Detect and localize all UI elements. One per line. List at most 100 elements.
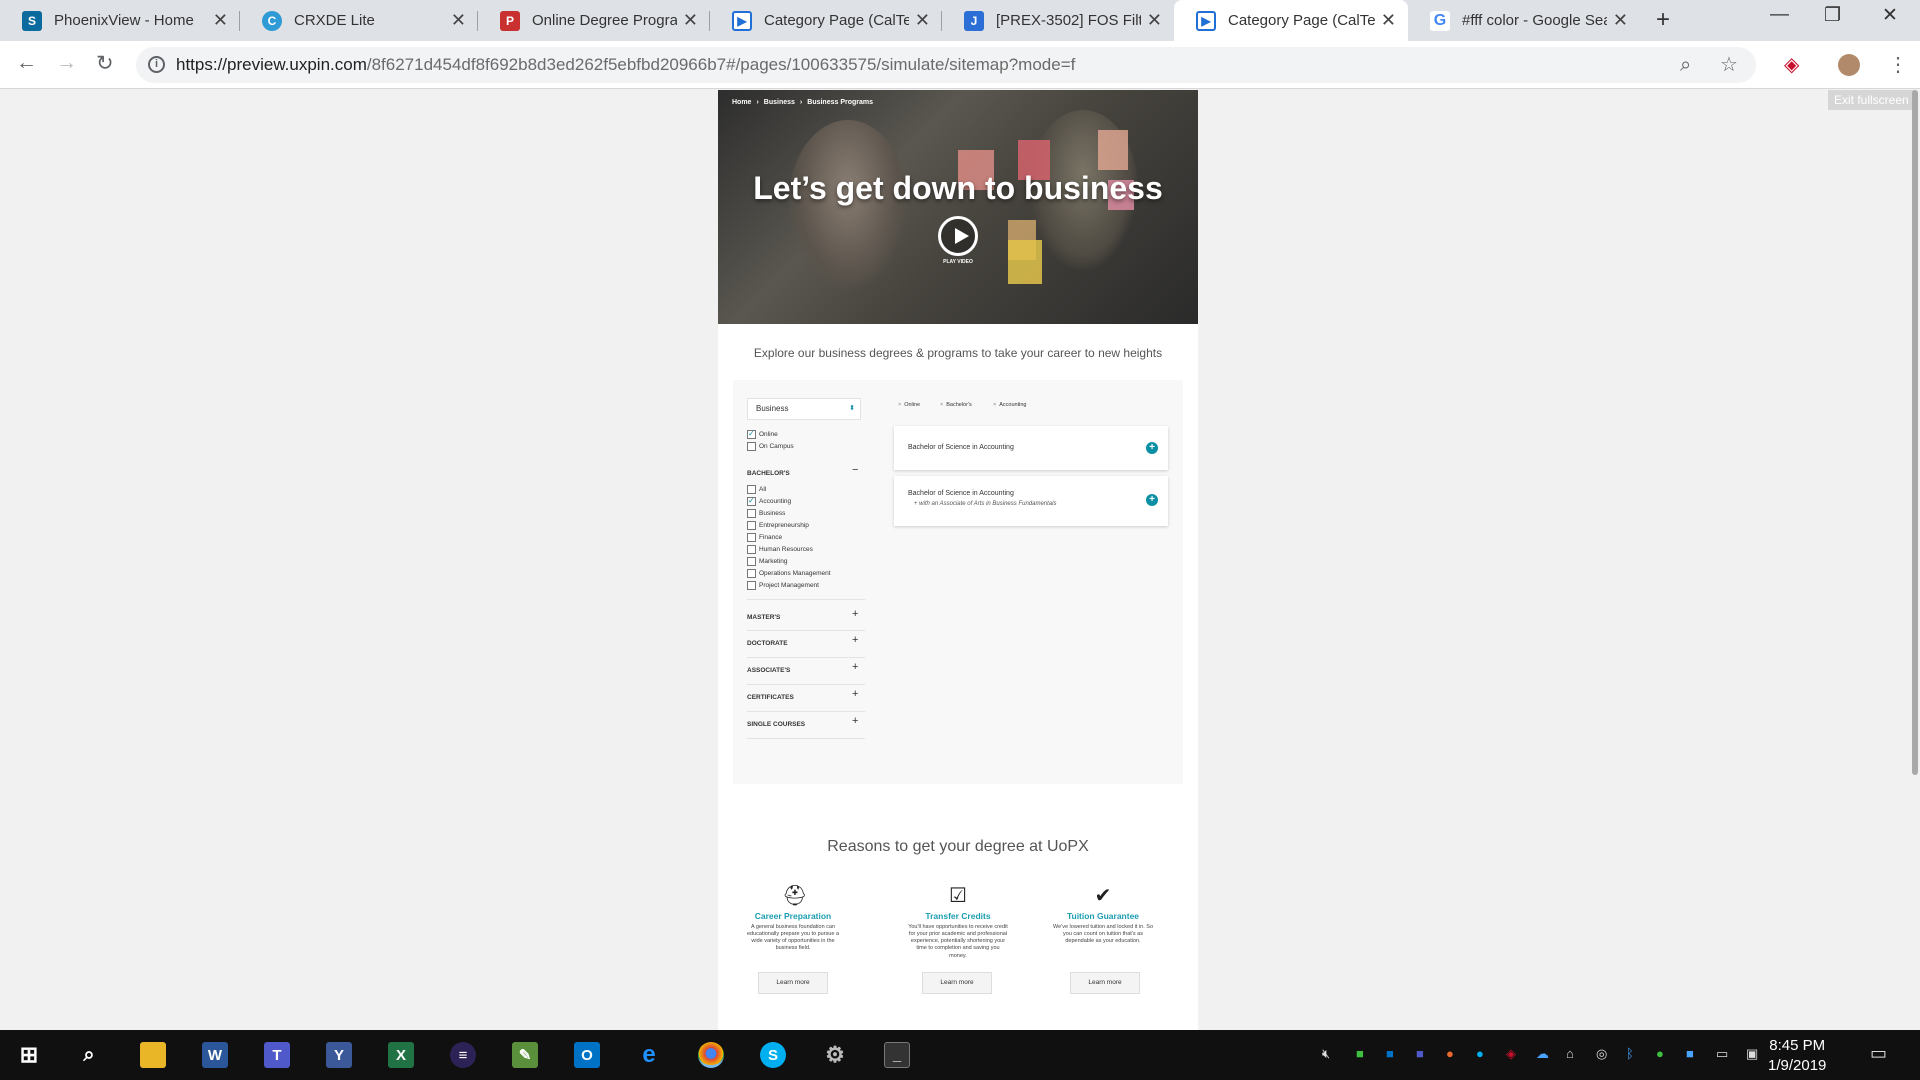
tray-app-icon[interactable]: ⌂ bbox=[1566, 1046, 1574, 1061]
minimize-button[interactable]: — bbox=[1770, 4, 1789, 26]
notepad-icon[interactable]: ✎ bbox=[512, 1042, 538, 1068]
volume-muted-icon[interactable]: 🔇︎ bbox=[1322, 1046, 1330, 1062]
network-icon[interactable]: ▣ bbox=[1746, 1046, 1758, 1062]
expand-program-button[interactable]: + bbox=[1146, 442, 1158, 454]
expand-toggle-icon[interactable]: + bbox=[852, 661, 858, 673]
filter-chip[interactable]: × Accounting bbox=[993, 402, 1026, 408]
browser-tab-active[interactable]: ▶ Category Page (CalTex ✕ bbox=[1174, 0, 1408, 41]
yammer-icon[interactable]: Y bbox=[326, 1042, 352, 1068]
checkbox[interactable] bbox=[747, 521, 756, 530]
expand-toggle-icon[interactable]: + bbox=[852, 634, 858, 646]
learn-more-button[interactable]: Learn more bbox=[922, 972, 992, 994]
checkbox-checked[interactable] bbox=[747, 496, 756, 506]
filter-chip[interactable]: × Bachelor's bbox=[940, 402, 972, 408]
browser-tab[interactable]: G #fff color - Google Sea ✕ bbox=[1408, 0, 1640, 41]
exit-fullscreen-hint[interactable]: Exit fullscreen bbox=[1828, 90, 1915, 110]
reload-button[interactable]: ↻ bbox=[96, 51, 114, 76]
filter-chip[interactable]: × Online bbox=[898, 402, 920, 408]
level-associates[interactable]: ASSOCIATE'S bbox=[747, 667, 790, 674]
filter-entrepreneurship[interactable]: Entrepreneurship bbox=[747, 521, 809, 530]
sync-icon[interactable]: ● bbox=[1656, 1046, 1664, 1061]
excel-icon[interactable]: X bbox=[388, 1042, 414, 1068]
battery-icon[interactable]: ▭ bbox=[1716, 1046, 1728, 1062]
chip-remove-icon[interactable]: × bbox=[993, 402, 996, 408]
chrome-icon[interactable] bbox=[698, 1042, 724, 1068]
info-icon[interactable]: i bbox=[148, 56, 165, 73]
filter-operations-management[interactable]: Operations Management bbox=[747, 569, 831, 578]
filter-marketing[interactable]: Marketing bbox=[747, 557, 788, 566]
play-video-button[interactable] bbox=[938, 216, 978, 256]
close-tab-icon[interactable]: ✕ bbox=[1381, 10, 1396, 31]
expand-toggle-icon[interactable]: + bbox=[852, 715, 858, 727]
windows-start-icon[interactable]: ⊞ bbox=[16, 1042, 42, 1068]
settings-gear-icon[interactable]: ⚙ bbox=[822, 1042, 848, 1068]
profile-avatar[interactable] bbox=[1838, 54, 1860, 76]
learn-more-button[interactable]: Learn more bbox=[758, 972, 828, 994]
close-tab-icon[interactable]: ✕ bbox=[915, 10, 930, 31]
tray-app-icon[interactable]: ◎ bbox=[1596, 1046, 1607, 1062]
checkbox[interactable] bbox=[747, 509, 756, 518]
chip-remove-icon[interactable]: × bbox=[940, 402, 943, 408]
address-bar[interactable]: i https://preview.uxpin.com/8f6271d454df… bbox=[136, 47, 1756, 83]
zoom-icon[interactable]: ⌕ bbox=[1680, 54, 1691, 77]
checkbox[interactable] bbox=[747, 533, 756, 542]
tray-app-icon[interactable]: ■ bbox=[1356, 1046, 1364, 1061]
search-icon[interactable]: ⌕ bbox=[76, 1042, 102, 1068]
edge-icon[interactable]: e bbox=[636, 1041, 662, 1068]
new-tab-button[interactable]: + bbox=[1656, 6, 1670, 34]
checkbox[interactable] bbox=[747, 442, 756, 451]
chip-remove-icon[interactable]: × bbox=[898, 402, 901, 408]
breadcrumb-business[interactable]: Business bbox=[764, 99, 795, 106]
scrollbar[interactable] bbox=[1912, 90, 1918, 775]
filter-human-resources[interactable]: Human Resources bbox=[747, 545, 813, 554]
checkbox[interactable] bbox=[747, 569, 756, 578]
terminal-icon[interactable]: _ bbox=[884, 1042, 910, 1068]
skype-icon[interactable]: S bbox=[760, 1042, 786, 1068]
filter-accounting[interactable]: Accounting bbox=[747, 496, 791, 506]
eclipse-icon[interactable]: ≡ bbox=[450, 1042, 476, 1068]
level-single-courses[interactable]: SINGLE COURSES bbox=[747, 721, 805, 728]
program-title[interactable]: Bachelor of Science in Accounting bbox=[908, 490, 1014, 497]
expand-program-button[interactable]: + bbox=[1146, 494, 1158, 506]
close-tab-icon[interactable]: ✕ bbox=[213, 10, 228, 31]
word-icon[interactable]: W bbox=[202, 1042, 228, 1068]
checkbox-checked[interactable] bbox=[747, 429, 756, 439]
learn-more-button[interactable]: Learn more bbox=[1070, 972, 1140, 994]
checkbox[interactable] bbox=[747, 557, 756, 566]
outlook-icon[interactable]: O bbox=[574, 1042, 600, 1068]
menu-icon[interactable]: ⋮ bbox=[1888, 52, 1908, 77]
filter-all[interactable]: All bbox=[747, 485, 766, 494]
breadcrumb-home[interactable]: Home bbox=[732, 99, 751, 106]
mcafee-tray-icon[interactable]: ◈ bbox=[1506, 1046, 1516, 1062]
forward-button[interactable]: → bbox=[56, 51, 77, 75]
skype-tray-icon[interactable]: ● bbox=[1476, 1046, 1484, 1061]
mcafee-extension-icon[interactable]: ◈ bbox=[1784, 52, 1799, 77]
collapse-toggle-icon[interactable]: − bbox=[852, 464, 858, 476]
program-title[interactable]: Bachelor of Science in Accounting bbox=[908, 444, 1014, 451]
program-result-card[interactable]: Bachelor of Science in Accounting + bbox=[894, 426, 1168, 470]
close-tab-icon[interactable]: ✕ bbox=[1613, 10, 1628, 31]
level-doctorate[interactable]: DOCTORATE bbox=[747, 640, 788, 647]
play-video-label[interactable]: PLAY VIDEO bbox=[718, 259, 1198, 265]
tray-app-icon[interactable]: ■ bbox=[1686, 1046, 1694, 1061]
close-window-button[interactable]: ✕ bbox=[1882, 4, 1898, 27]
outlook-tray-icon[interactable]: ■ bbox=[1386, 1046, 1394, 1061]
level-certificates[interactable]: CERTIFICATES bbox=[747, 694, 794, 701]
bachelors-heading[interactable]: BACHELOR'S bbox=[747, 470, 790, 477]
teams-icon[interactable]: T bbox=[264, 1042, 290, 1068]
area-of-study-select[interactable]: Business ⬍ bbox=[747, 398, 861, 420]
checkbox[interactable] bbox=[747, 545, 756, 554]
filter-finance[interactable]: Finance bbox=[747, 533, 782, 542]
onedrive-icon[interactable]: ☁ bbox=[1536, 1046, 1549, 1062]
browser-tab[interactable]: P Online Degree Program ✕ bbox=[478, 0, 710, 41]
program-result-card[interactable]: Bachelor of Science in Accounting + with… bbox=[894, 476, 1168, 526]
teams-tray-icon[interactable]: ■ bbox=[1416, 1046, 1424, 1061]
close-tab-icon[interactable]: ✕ bbox=[451, 10, 466, 31]
filter-business[interactable]: Business bbox=[747, 509, 785, 518]
close-tab-icon[interactable]: ✕ bbox=[683, 10, 698, 31]
checkbox[interactable] bbox=[747, 581, 756, 590]
notifications-icon[interactable]: ▭ bbox=[1870, 1043, 1887, 1064]
file-explorer-icon[interactable] bbox=[140, 1042, 166, 1068]
browser-tab[interactable]: C CRXDE Lite ✕ bbox=[240, 0, 478, 41]
restore-button[interactable]: ❐ bbox=[1824, 4, 1841, 27]
